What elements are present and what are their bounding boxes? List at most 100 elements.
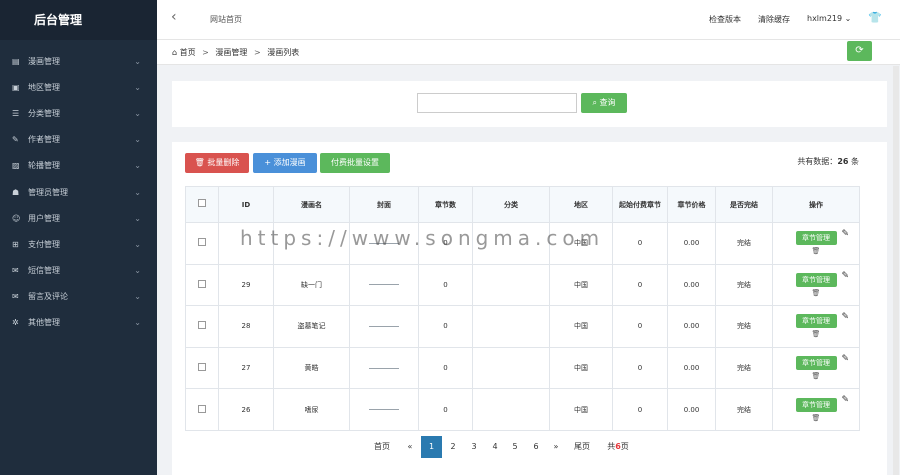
row-checkbox[interactable] [198, 321, 206, 330]
book-icon: ▤ [12, 57, 20, 66]
cell-actions: 章节管理 ✎ 🗑 [772, 305, 860, 348]
home-icon: ⌂ [172, 48, 178, 57]
breadcrumb-separator: > [202, 48, 209, 57]
sms-icon: ✉ [12, 265, 19, 275]
select-all-checkbox[interactable] [198, 199, 206, 207]
scrollbar[interactable] [893, 66, 899, 475]
shirt-icon[interactable]: 👕 [868, 11, 882, 24]
chevron-down-icon: ⌄ [134, 83, 141, 93]
search-input[interactable] [417, 93, 577, 113]
page-first[interactable]: 首页 [370, 436, 394, 458]
sidebar-item[interactable]: ☗ 管理员管理 ⌄ [0, 180, 157, 206]
pencil-icon[interactable]: ✎ [841, 354, 849, 364]
batch-pay-settings-button[interactable]: 付费批量设置 [320, 153, 390, 173]
cell-category [472, 388, 550, 431]
cell-chapters: 0 [418, 263, 473, 307]
header-cell: 起始付费章节 [612, 186, 668, 223]
breadcrumb-home[interactable]: 首页 [180, 48, 196, 57]
gear-icon: ✲ [12, 318, 19, 327]
trash-icon[interactable]: 🗑 [773, 289, 859, 297]
cell-start-pay: 0 [612, 388, 668, 431]
header-cell: 地区 [549, 186, 613, 223]
row-checkbox[interactable] [198, 279, 206, 288]
sidebar-item[interactable]: ✉ 留言及评论 ⌄ [0, 284, 157, 310]
breadcrumb: ⌂ 首页 > 漫画管理 > 漫画列表 [172, 47, 299, 58]
sidebar-item[interactable]: ✲ 其他管理 ⌄ [0, 310, 157, 336]
chapter-manage-button[interactable]: 章节管理 [795, 272, 837, 287]
pencil-icon[interactable]: ✎ [841, 229, 849, 239]
page-6[interactable]: 6 [526, 436, 546, 458]
cell-chapters: 0 [418, 305, 473, 348]
cell-chapters: 0 [418, 346, 473, 390]
page-next[interactable]: » [547, 436, 565, 458]
admin-icon: ☗ [12, 187, 20, 197]
sidebar-item[interactable]: ✎ 作者管理 ⌄ [0, 127, 157, 153]
batch-delete-button[interactable]: 🗑 批量删除 [185, 153, 249, 173]
sidebar-item[interactable]: ▣ 地区管理 ⌄ [0, 75, 157, 101]
sidebar-item-label: 轮播管理 [28, 161, 60, 171]
pencil-icon[interactable]: ✎ [841, 271, 849, 281]
trash-icon[interactable]: 🗑 [773, 372, 859, 380]
cell-name: 缺一门 [273, 263, 350, 307]
trash-icon[interactable]: 🗑 [773, 414, 859, 422]
header-cell: 漫画名 [273, 186, 350, 223]
trash-icon: 🗑 [194, 158, 205, 167]
row-select-cell [185, 305, 219, 348]
user-menu[interactable]: hxlm219 ⌄ [807, 14, 851, 23]
cell-id: 28 [218, 305, 274, 348]
page-prev[interactable]: « [401, 436, 419, 458]
sidebar-item-label: 短信管理 [28, 265, 60, 275]
cell-price: 0.00 [667, 222, 716, 265]
chapter-manage-button[interactable]: 章节管理 [795, 314, 837, 329]
header-cell: 是否完结 [715, 186, 773, 223]
check-version-link[interactable]: 检查版本 [709, 14, 741, 25]
refresh-button[interactable]: ⟳ [847, 41, 872, 61]
chevron-down-icon: ⌄ [134, 213, 141, 223]
add-comic-button[interactable]: + 添加漫画 [253, 153, 317, 173]
sidebar-item[interactable]: ⊞ 支付管理 ⌄ [0, 232, 157, 258]
table-header: ID 漫画名 封面 章节数 分类 地区 起始付费章节 章节价格 是否完结 操作 [185, 186, 860, 223]
cell-cover [349, 388, 419, 431]
header-select-all[interactable] [185, 186, 219, 223]
chevron-down-icon: ⌄ [134, 135, 141, 145]
chapter-manage-button[interactable]: 章节管理 [795, 397, 837, 412]
add-comic-label: 添加漫画 [273, 158, 306, 167]
site-home-link[interactable]: 网站首页 [210, 14, 242, 25]
sidebar-item[interactable]: ✉ 短信管理 ⌄ [0, 258, 157, 284]
search-button[interactable]: ⌕ 查询 [581, 93, 627, 113]
sidebar-item[interactable]: ☺ 用户管理 ⌄ [0, 206, 157, 232]
header-cell: ID [218, 186, 274, 223]
sidebar-item[interactable]: ▨ 轮播管理 ⌄ [0, 153, 157, 179]
cell-cover [349, 346, 419, 390]
trash-icon[interactable]: 🗑 [773, 247, 859, 255]
search-button-label: 查询 [599, 98, 616, 107]
chevron-down-icon: ⌄ [134, 57, 141, 66]
pencil-icon[interactable]: ✎ [841, 312, 849, 322]
page-2[interactable]: 2 [443, 436, 463, 458]
trash-icon[interactable]: 🗑 [773, 330, 859, 338]
sidebar-item-label: 分类管理 [28, 109, 60, 119]
row-checkbox[interactable] [198, 238, 206, 247]
sidebar-item-label: 留言及评论 [28, 291, 68, 301]
plus-icon: + [264, 158, 272, 167]
chapter-manage-button[interactable]: 章节管理 [795, 231, 837, 246]
breadcrumb-section[interactable]: 漫画管理 [215, 48, 247, 57]
page-1[interactable]: 1 [421, 436, 442, 458]
page-5[interactable]: 5 [505, 436, 525, 458]
page-last[interactable]: 尾页 [570, 436, 594, 458]
page-3[interactable]: 3 [464, 436, 484, 458]
cover-image [369, 325, 399, 327]
cell-start-pay: 0 [612, 263, 668, 307]
header-cell: 操作 [772, 186, 860, 223]
chevron-down-icon: ⌄ [134, 161, 141, 171]
row-checkbox[interactable] [198, 404, 206, 413]
row-checkbox[interactable] [198, 363, 206, 372]
pencil-icon[interactable]: ✎ [841, 395, 849, 405]
sidebar-item[interactable]: ☰ 分类管理 ⌄ [0, 101, 157, 127]
chevron-left-icon[interactable]: ‹ [171, 9, 177, 25]
sidebar-item[interactable]: ▤ 漫画管理 ⌄ [0, 49, 157, 75]
clear-cache-link[interactable]: 清除缓存 [758, 14, 790, 25]
chapter-manage-button[interactable]: 章节管理 [795, 356, 837, 371]
header-cell: 章节价格 [667, 186, 716, 223]
page-4[interactable]: 4 [485, 436, 505, 458]
